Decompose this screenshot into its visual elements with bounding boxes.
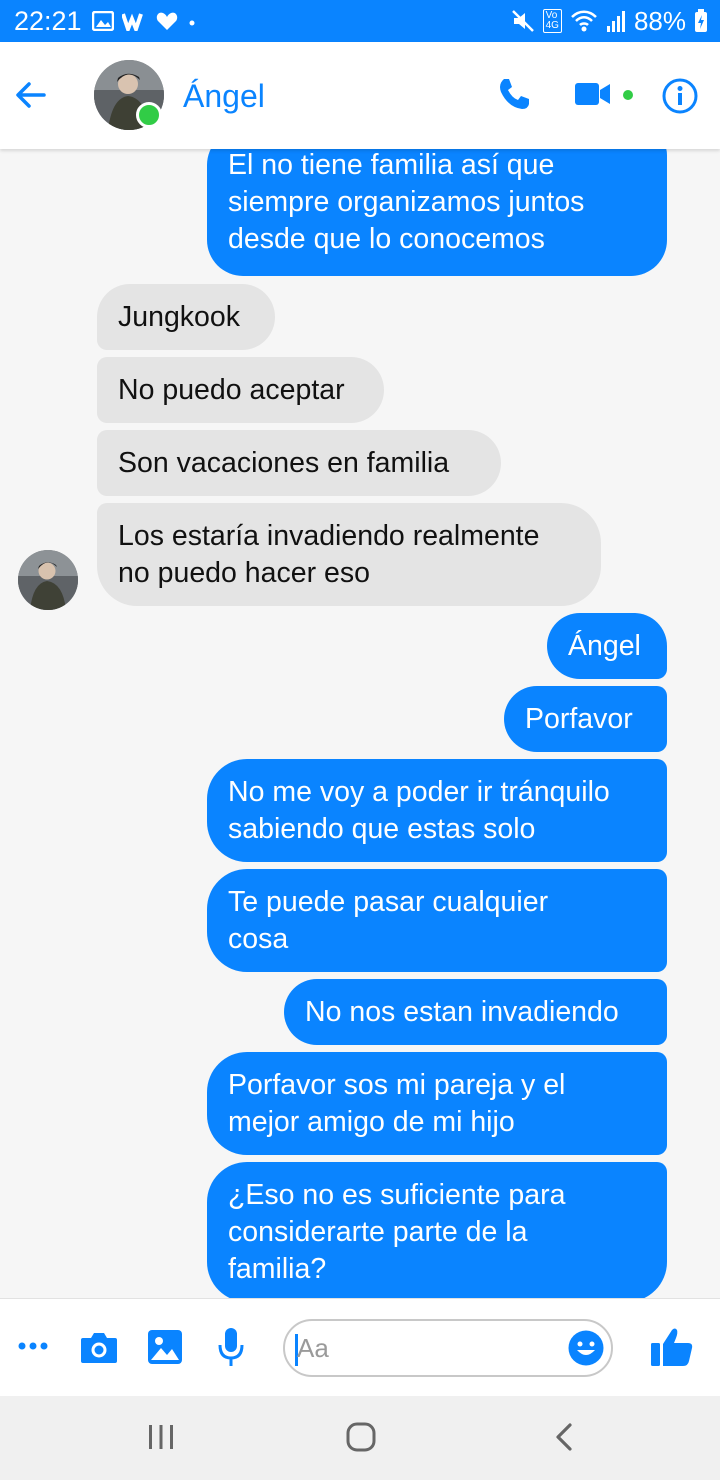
message-input[interactable]: Aa [283, 1319, 613, 1377]
recent-apps-icon[interactable] [147, 1424, 175, 1450]
battery-charging-icon [695, 9, 707, 32]
message-bubble-outgoing[interactable]: Porfavor sos mi pareja y el mejor amigo … [207, 1052, 667, 1155]
conversation-header: Ángel [0, 42, 720, 149]
more-icon[interactable] [18, 1339, 48, 1353]
message-input-placeholder: Aa [297, 1333, 329, 1363]
message-bubble-outgoing[interactable]: Ángel [547, 613, 667, 679]
status-time: 22:21 [14, 6, 82, 36]
message-bubble-outgoing[interactable]: No nos estan invadiendo [284, 979, 667, 1045]
w-app-notification-icon [122, 13, 143, 31]
online-indicator [136, 102, 162, 128]
back-nav-icon[interactable] [554, 1422, 574, 1452]
video-online-dot [623, 90, 633, 100]
message-bubble-incoming[interactable]: Son vacaciones en familia [97, 430, 501, 496]
back-arrow-icon[interactable] [14, 78, 48, 112]
network-badge: Vo 4G [542, 9, 562, 33]
system-navigation-bar [0, 1396, 720, 1480]
message-thread[interactable]: El no tiene familia así que siempre orga… [0, 149, 720, 1298]
sender-avatar[interactable] [18, 550, 78, 610]
gallery-notification-icon [92, 11, 114, 31]
message-composer: Aa [0, 1298, 720, 1397]
message-bubble-outgoing[interactable]: No me voy a poder ir tránquilo sabiendo … [207, 759, 667, 862]
battery-percent: 88% [633, 5, 686, 36]
signal-icon [606, 11, 625, 32]
heart-notification-icon [156, 12, 178, 30]
message-bubble-incoming[interactable]: Los estaría invadiendo realmente no pued… [97, 503, 601, 606]
message-bubble-outgoing[interactable]: ¿Eso no es suficiente para considerarte … [207, 1162, 667, 1298]
message-bubble-outgoing[interactable]: Te puede pasar cualquier cosa [207, 869, 667, 972]
info-icon[interactable] [662, 78, 698, 114]
video-camera-icon[interactable] [575, 80, 611, 108]
gallery-icon[interactable] [148, 1330, 182, 1364]
home-icon[interactable] [346, 1422, 376, 1452]
dot-notification-icon [189, 20, 195, 26]
mute-icon [511, 10, 534, 32]
message-bubble-incoming[interactable]: Jungkook [97, 284, 275, 350]
camera-icon[interactable] [80, 1330, 118, 1364]
microphone-icon[interactable] [218, 1327, 244, 1367]
message-bubble-incoming[interactable]: No puedo aceptar [97, 357, 384, 423]
phone-icon[interactable] [496, 76, 532, 112]
thumbs-up-icon[interactable] [651, 1327, 693, 1367]
wifi-icon [571, 10, 597, 32]
emoji-icon[interactable] [567, 1329, 605, 1367]
status-bar: 22:21 Vo 4G 88% [0, 0, 720, 42]
message-bubble-outgoing[interactable]: Porfavor [504, 686, 667, 752]
contact-name[interactable]: Ángel [183, 76, 265, 116]
message-bubble-outgoing[interactable]: El no tiene familia así que siempre orga… [207, 149, 667, 276]
